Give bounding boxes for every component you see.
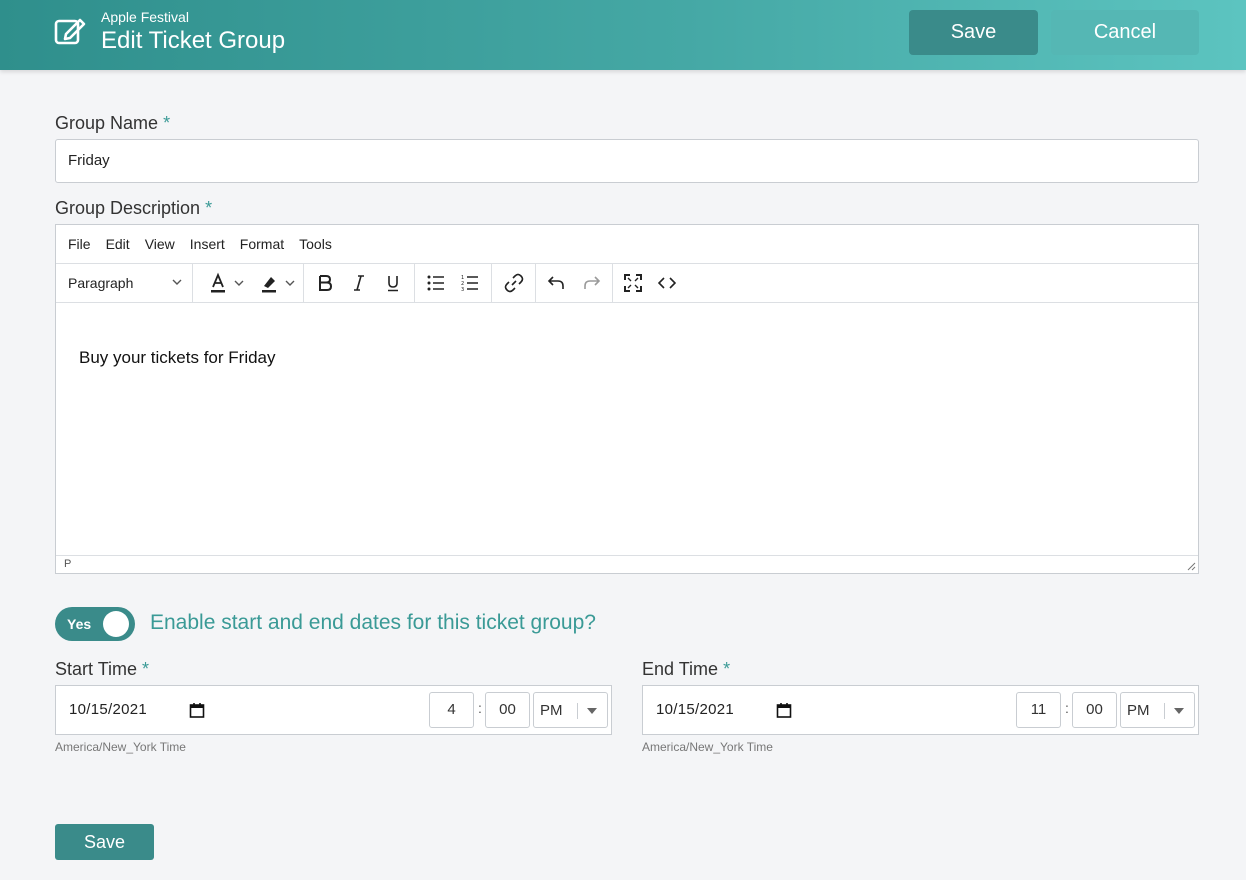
event-name: Apple Festival: [101, 9, 189, 25]
link-group: [492, 264, 536, 302]
undo-button[interactable]: [541, 264, 571, 302]
bullet-list-icon: [427, 275, 444, 291]
fullscreen-icon: [624, 274, 642, 292]
select-divider: [577, 703, 578, 719]
menu-file[interactable]: File: [68, 236, 91, 252]
page-header: Apple Festival Edit Ticket Group Save Ca…: [0, 0, 1246, 70]
editor-statusbar: P: [56, 555, 1198, 573]
required-marker: *: [142, 659, 150, 679]
highlight-color-button[interactable]: [254, 264, 298, 302]
italic-icon: [354, 275, 364, 291]
source-code-button[interactable]: [652, 264, 682, 302]
bold-button[interactable]: [310, 264, 340, 302]
group-name-label-text: Group Name: [55, 113, 159, 133]
caret-down-icon: [587, 708, 597, 714]
header-save-button[interactable]: Save: [909, 10, 1038, 55]
underline-icon: [388, 276, 398, 292]
end-ampm-value: PM: [1127, 702, 1150, 719]
menu-view[interactable]: View: [145, 236, 175, 252]
start-hour-input[interactable]: 4: [429, 692, 474, 728]
resize-handle-icon[interactable]: [1186, 561, 1196, 571]
insert-link-button[interactable]: [499, 264, 529, 302]
page-title: Edit Ticket Group: [101, 27, 286, 54]
caret-down-icon: [1174, 708, 1184, 714]
end-hour-input[interactable]: 11: [1016, 692, 1061, 728]
history-group: [536, 264, 613, 302]
start-minute-input[interactable]: 00: [485, 692, 530, 728]
color-group: [193, 264, 304, 302]
start-ampm-value: PM: [540, 702, 563, 719]
redo-icon: [584, 276, 601, 289]
editor-toolbar: Paragraph 1 2 3: [56, 264, 1198, 303]
toggle-label: Yes: [67, 616, 92, 632]
select-divider: [1164, 703, 1165, 719]
end-time-label-text: End Time: [642, 659, 719, 679]
editor-content[interactable]: Buy your tickets for Friday: [79, 348, 276, 368]
menu-edit[interactable]: Edit: [106, 236, 130, 252]
redo-button[interactable]: [577, 264, 607, 302]
calendar-icon[interactable]: [189, 702, 205, 718]
fullscreen-button[interactable]: [618, 264, 648, 302]
chevron-down-icon: [172, 279, 182, 285]
menu-tools[interactable]: Tools: [299, 236, 332, 252]
text-color-icon: [211, 272, 244, 293]
required-marker: *: [205, 198, 213, 218]
highlight-icon: [262, 277, 295, 293]
header-cancel-button[interactable]: Cancel: [1051, 10, 1199, 55]
required-marker: *: [723, 659, 731, 679]
end-time-label: End Time *: [642, 659, 730, 680]
link-icon: [504, 273, 524, 293]
text-format-group: [304, 264, 415, 302]
block-format-value: Paragraph: [68, 275, 134, 291]
dates-toggle-question: Enable start and end dates for this tick…: [150, 611, 596, 634]
bullet-list-button[interactable]: [421, 264, 451, 302]
toggle-knob: [103, 611, 129, 637]
group-name-input[interactable]: Friday: [55, 139, 1199, 183]
start-time-label-text: Start Time: [55, 659, 138, 679]
undo-icon: [547, 276, 564, 289]
start-time-label: Start Time *: [55, 659, 149, 680]
start-timezone: America/New_York Time: [55, 740, 186, 754]
block-format-select[interactable]: Paragraph: [56, 264, 193, 302]
time-separator: :: [1065, 700, 1069, 716]
start-date-input[interactable]: 10/15/2021: [69, 701, 147, 718]
end-time-field: 10/15/2021 11 : 00 PM: [642, 685, 1199, 735]
editor-menubar: File Edit View Insert Format Tools: [56, 225, 1198, 264]
group-description-label-text: Group Description: [55, 198, 201, 218]
group-name-label: Group Name *: [55, 113, 170, 134]
save-button[interactable]: Save: [55, 824, 154, 860]
code-icon: [658, 277, 676, 289]
list-group: 1 2 3: [415, 264, 492, 302]
group-description-label: Group Description *: [55, 198, 212, 219]
svg-text:3: 3: [461, 287, 464, 292]
start-ampm-select[interactable]: PM: [533, 692, 608, 728]
numbered-list-button[interactable]: 1 2 3: [455, 264, 485, 302]
underline-button[interactable]: [378, 264, 408, 302]
end-ampm-select[interactable]: PM: [1120, 692, 1195, 728]
edit-icon: [54, 18, 86, 45]
start-time-field: 10/15/2021 4 : 00 PM: [55, 685, 612, 735]
required-marker: *: [163, 113, 171, 133]
element-path: P: [64, 558, 72, 570]
calendar-icon[interactable]: [776, 702, 792, 718]
bold-icon: [319, 275, 333, 291]
end-minute-input[interactable]: 00: [1072, 692, 1117, 728]
menu-format[interactable]: Format: [240, 236, 284, 252]
end-date-input[interactable]: 10/15/2021: [656, 701, 734, 718]
time-separator: :: [478, 700, 482, 716]
menu-insert[interactable]: Insert: [190, 236, 225, 252]
end-timezone: America/New_York Time: [642, 740, 773, 754]
rich-text-editor: File Edit View Insert Format Tools Parag…: [55, 224, 1199, 574]
text-color-button[interactable]: [203, 264, 247, 302]
dates-toggle[interactable]: Yes: [55, 607, 135, 641]
numbered-list-icon: 1 2 3: [461, 275, 478, 292]
italic-button[interactable]: [344, 264, 374, 302]
